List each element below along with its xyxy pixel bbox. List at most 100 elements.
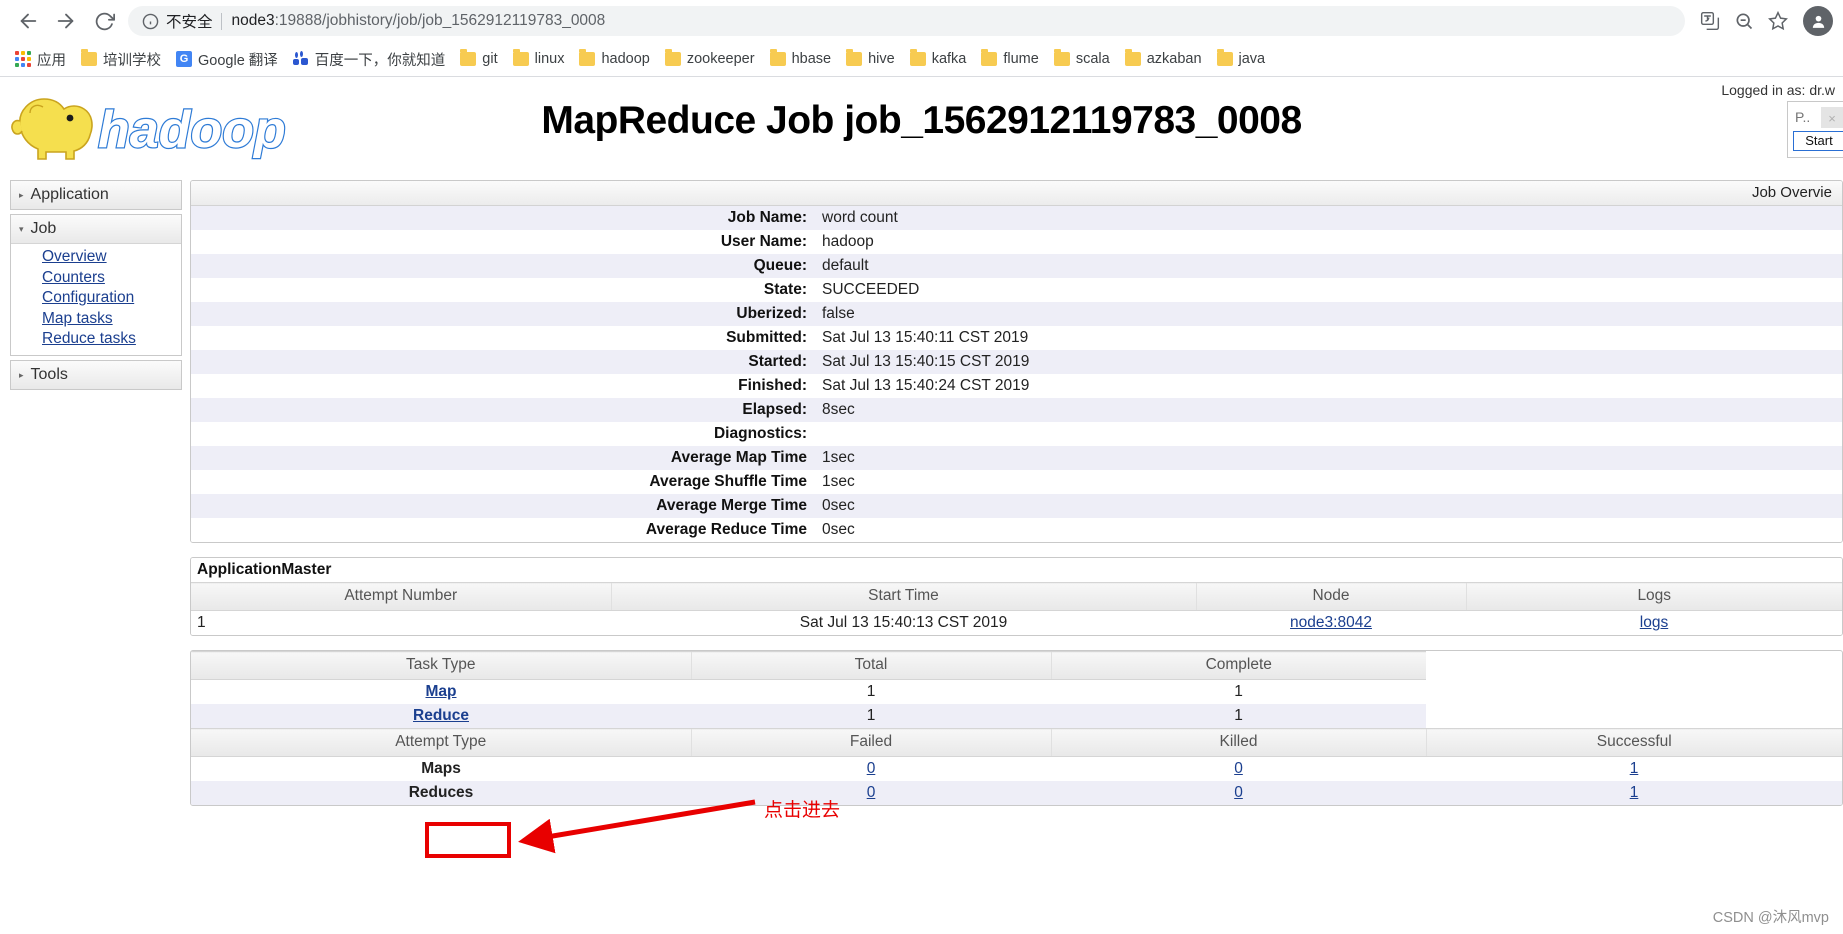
bookmark-label: 应用 xyxy=(37,52,66,69)
sidebar-group-header[interactable]: ▾ Job xyxy=(11,215,181,244)
reduces-successful-link[interactable]: 1 xyxy=(1630,784,1639,801)
sidebar-group-job[interactable]: ▾ Job Overview Counters Configuration Ma… xyxy=(10,214,182,357)
cell-complete: 1 xyxy=(1051,704,1427,729)
cell-start-time: Sat Jul 13 15:40:13 CST 2019 xyxy=(611,610,1196,635)
cell-successful: 1 xyxy=(1426,781,1842,805)
table-row: Map 1 1 xyxy=(191,679,1842,704)
column-node[interactable]: Node xyxy=(1195,582,1466,611)
maps-failed-link[interactable]: 0 xyxy=(867,760,876,777)
maps-successful-link[interactable]: 1 xyxy=(1630,760,1639,777)
cell-node: node3:8042 xyxy=(1196,610,1466,635)
back-arrow-icon[interactable] xyxy=(10,3,46,39)
column-failed[interactable]: Failed xyxy=(690,728,1051,757)
bookmark-folder-java[interactable]: java xyxy=(1210,48,1273,70)
bookmark-folder-zookeeper[interactable]: zookeeper xyxy=(658,48,762,70)
user-search-panel: × Start xyxy=(1787,101,1843,158)
job-overview-caption: Job Overvie xyxy=(191,181,1842,206)
column-total[interactable]: Total xyxy=(690,651,1051,680)
cell-attempt-type: Reduces xyxy=(191,781,691,805)
maps-killed-link[interactable]: 0 xyxy=(1234,760,1243,777)
reload-icon[interactable] xyxy=(86,3,122,39)
sidebar-group-header[interactable]: ▸ Tools xyxy=(11,361,181,389)
search-input[interactable] xyxy=(1793,108,1819,126)
page-header: hadoop MapReduce Job job_1562912119783_0… xyxy=(0,77,1843,172)
folder-icon xyxy=(512,49,529,66)
sidebar-item-overview[interactable]: Overview xyxy=(42,247,181,268)
application-master-table: ApplicationMaster Attempt Number Start T… xyxy=(191,558,1842,635)
logs-link[interactable]: logs xyxy=(1640,614,1668,631)
column-task-type[interactable]: Task Type xyxy=(191,651,691,680)
column-complete[interactable]: Complete xyxy=(1050,651,1427,680)
star-icon[interactable] xyxy=(1763,6,1793,36)
row-key: Job Name: xyxy=(727,209,807,226)
bookmarks-bar: 应用 培训学校 G Google 翻译 百度一下，你就知道 git linux xyxy=(0,42,1843,76)
bookmark-folder-kafka[interactable]: kafka xyxy=(903,48,974,70)
row-key: Started: xyxy=(748,353,807,370)
bookmark-folder-flume[interactable]: flume xyxy=(974,48,1045,70)
profile-avatar-icon[interactable] xyxy=(1803,6,1833,36)
bookmark-apps[interactable]: 应用 xyxy=(8,46,73,73)
page-title: MapReduce Job job_1562912119783_0008 xyxy=(541,99,1302,142)
row-key: Elapsed: xyxy=(742,401,807,418)
sidebar-group-tools[interactable]: ▸ Tools xyxy=(10,360,182,391)
omnibox-divider xyxy=(220,12,222,30)
bookmark-folder-azkaban[interactable]: azkaban xyxy=(1118,48,1209,70)
bookmark-folder-hadoop[interactable]: hadoop xyxy=(572,48,656,70)
table-title-row: ApplicationMaster xyxy=(191,558,1842,583)
browser-toolbar: 不安全 node3:19888/jobhistory/job/job_15629… xyxy=(0,0,1843,42)
table-row: Elapsed: 8sec xyxy=(191,398,1842,422)
map-tasks-link[interactable]: Map xyxy=(426,683,457,700)
bookmark-label: git xyxy=(482,51,498,67)
bookmark-label: hbase xyxy=(791,51,832,67)
bookmark-folder-git[interactable]: git xyxy=(453,48,504,70)
translate-icon[interactable] xyxy=(1695,6,1725,36)
browser-chrome: 不安全 node3:19888/jobhistory/job/job_15629… xyxy=(0,0,1843,77)
bookmark-folder-hive[interactable]: hive xyxy=(839,48,902,70)
bookmark-folder-peixunxuexiao[interactable]: 培训学校 xyxy=(74,46,168,73)
column-successful[interactable]: Successful xyxy=(1425,728,1842,757)
sidebar-group-application[interactable]: ▸ Application xyxy=(10,180,182,210)
reduces-failed-link[interactable]: 0 xyxy=(867,784,876,801)
zoom-out-icon[interactable] xyxy=(1729,6,1759,36)
column-attempt-number[interactable]: Attempt Number xyxy=(191,582,611,611)
reduce-tasks-link[interactable]: Reduce xyxy=(413,707,469,724)
address-bar[interactable]: 不安全 node3:19888/jobhistory/job/job_15629… xyxy=(128,6,1685,36)
sidebar-group-header[interactable]: ▸ Application xyxy=(11,181,181,209)
row-value: Sat Jul 13 15:40:11 CST 2019 xyxy=(822,329,1029,346)
folder-icon xyxy=(1124,49,1141,66)
bookmark-folder-linux[interactable]: linux xyxy=(506,48,572,70)
node-link[interactable]: node3:8042 xyxy=(1290,614,1372,631)
column-attempt-type[interactable]: Attempt Type xyxy=(191,728,691,757)
sidebar-item-configuration[interactable]: Configuration xyxy=(42,288,181,309)
row-value: word count xyxy=(822,209,898,226)
column-logs[interactable]: Logs xyxy=(1465,582,1842,611)
page-content: hadoop MapReduce Job job_1562912119783_0… xyxy=(0,77,1843,934)
table-row: Reduce 1 1 xyxy=(191,704,1842,729)
clear-search-button[interactable]: × xyxy=(1821,106,1843,128)
column-start-time[interactable]: Start Time xyxy=(610,582,1196,611)
forward-arrow-icon[interactable] xyxy=(48,3,84,39)
column-killed[interactable]: Killed xyxy=(1050,728,1427,757)
reduces-killed-link[interactable]: 0 xyxy=(1234,784,1243,801)
bookmark-folder-hbase[interactable]: hbase xyxy=(763,48,839,70)
table-row: User Name: hadoop xyxy=(191,230,1842,254)
bookmark-label: azkaban xyxy=(1146,51,1202,67)
start-button[interactable]: Start xyxy=(1793,131,1843,151)
info-circle-icon[interactable] xyxy=(142,13,159,30)
bookmark-folder-scala[interactable]: scala xyxy=(1047,48,1117,70)
row-key: Submitted: xyxy=(726,329,807,346)
url-path: :19888/jobhistory/job/job_1562912119783_… xyxy=(274,12,606,29)
bookmark-baidu[interactable]: 百度一下，你就知道 xyxy=(286,46,453,73)
row-value: 1sec xyxy=(822,449,855,466)
bookmark-label: linux xyxy=(534,51,565,67)
sidebar-item-map-tasks[interactable]: Map tasks xyxy=(42,309,181,330)
sidebar-group-label: Tools xyxy=(30,366,68,384)
row-value: 8sec xyxy=(822,401,855,418)
table-row: Reduces 0 0 1 xyxy=(191,781,1842,805)
sidebar-item-counters[interactable]: Counters xyxy=(42,268,181,289)
bookmark-google-translate[interactable]: G Google 翻译 xyxy=(169,46,285,73)
application-master-panel: ApplicationMaster Attempt Number Start T… xyxy=(190,557,1843,636)
sidebar-item-reduce-tasks[interactable]: Reduce tasks xyxy=(42,329,181,350)
row-key: Finished: xyxy=(738,377,807,394)
folder-icon xyxy=(664,49,681,66)
